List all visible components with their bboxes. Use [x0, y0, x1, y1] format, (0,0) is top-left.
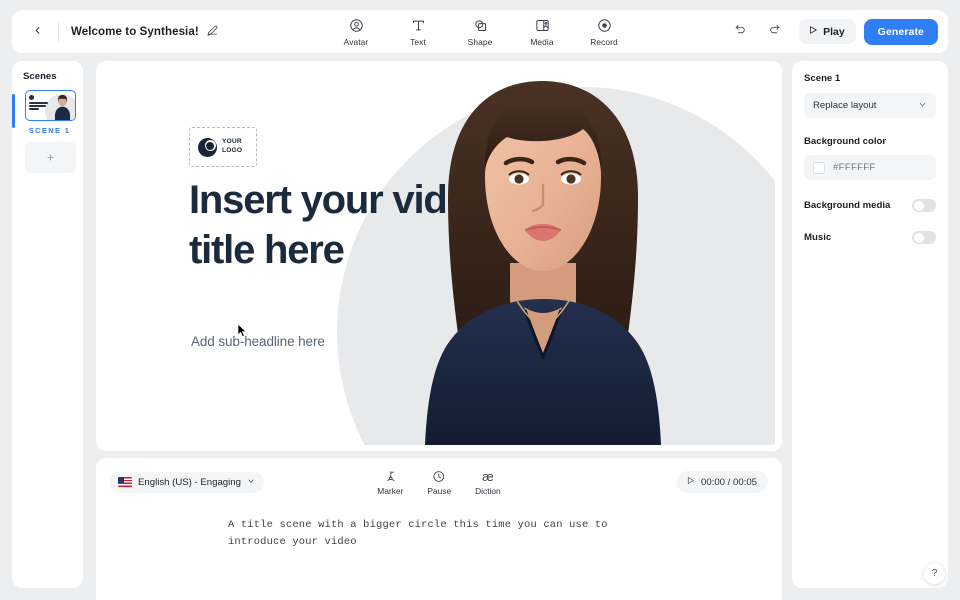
diction-icon: æ: [482, 468, 494, 484]
background-color-value: #FFFFFF: [833, 162, 876, 173]
text-icon: [411, 17, 426, 34]
background-media-toggle[interactable]: [912, 199, 936, 212]
language-label: English (US) - Engaging: [138, 476, 241, 488]
chevron-left-icon: [32, 23, 43, 41]
thumb-line: [29, 102, 48, 104]
logo-mark-icon: [198, 137, 217, 157]
shape-icon: [473, 17, 488, 34]
tool-media-label: Media: [530, 36, 554, 47]
chevron-down-icon: [247, 477, 255, 488]
tool-record[interactable]: Record: [584, 17, 624, 47]
background-media-label: Background media: [804, 200, 891, 211]
logo-line-2: LOGO: [222, 147, 243, 154]
script-tool-marker[interactable]: Marker: [377, 469, 403, 496]
avatar-icon: [349, 17, 364, 34]
redo-icon: [768, 23, 781, 41]
logo-placeholder[interactable]: YOUR LOGO: [189, 127, 257, 167]
chevron-down-icon: [918, 100, 927, 112]
clock-icon: [433, 469, 446, 484]
playback-timer[interactable]: 00:00 / 00:05: [676, 471, 768, 493]
presenter-avatar[interactable]: [390, 67, 700, 445]
script-textarea[interactable]: A title scene with a bigger circle this …: [96, 506, 656, 551]
play-icon: [808, 25, 818, 38]
color-swatch[interactable]: [813, 161, 825, 174]
scene-title: Scene 1: [804, 73, 841, 84]
tool-shape-label: Shape: [467, 36, 493, 47]
media-icon: [535, 17, 550, 34]
script-insert-tools: Marker Pause æ Diction: [377, 469, 500, 496]
project-title: Welcome to Synthesia!: [71, 25, 199, 38]
insert-tools: Avatar Text Shape Media Record: [336, 17, 624, 47]
background-color-label: Background color: [804, 136, 887, 147]
scene-thumbnail-1[interactable]: [25, 90, 76, 121]
toolbar-divider: [58, 21, 59, 42]
topbar-actions: Play Generate: [727, 18, 938, 45]
thumb-logo: [29, 95, 34, 100]
tool-record-label: Record: [590, 36, 618, 47]
scene-list: SCENE 1: [12, 90, 83, 173]
undo-button[interactable]: [727, 19, 753, 45]
scenes-heading: Scenes: [23, 71, 57, 82]
background-color-field[interactable]: #FFFFFF: [804, 155, 936, 180]
play-label: Play: [823, 25, 845, 38]
thumb-avatar: [54, 94, 71, 120]
replace-layout-select[interactable]: Replace layout: [804, 93, 936, 118]
script-tool-pause-label: Pause: [427, 485, 452, 496]
music-toggle[interactable]: [912, 231, 936, 244]
help-button[interactable]: ?: [924, 563, 945, 584]
thumb-line: [29, 104, 46, 107]
tool-media[interactable]: Media: [522, 17, 562, 47]
mouse-cursor: [237, 323, 247, 338]
back-button[interactable]: [20, 15, 54, 49]
script-tool-diction[interactable]: æ Diction: [475, 469, 501, 496]
music-label: Music: [804, 232, 832, 243]
tool-avatar[interactable]: Avatar: [336, 17, 376, 47]
stage-subheadline[interactable]: Add sub-headline here: [191, 334, 325, 349]
tool-shape[interactable]: Shape: [460, 17, 500, 47]
thumb-text-block: [29, 95, 53, 111]
top-toolbar: Welcome to Synthesia! Avatar Text Shape …: [12, 10, 948, 53]
script-tool-diction-label: Diction: [475, 485, 501, 496]
background-media-row: Background media: [804, 199, 936, 212]
marker-icon: [384, 469, 397, 484]
plus-icon: [46, 150, 55, 165]
script-tool-marker-label: Marker: [377, 485, 404, 496]
record-icon: [597, 17, 612, 34]
timer-text: 00:00 / 00:05: [700, 476, 757, 488]
script-toolbar: English (US) - Engaging Marker Pause æ D…: [96, 458, 782, 506]
synthesia-editor: Welcome to Synthesia! Avatar Text Shape …: [0, 0, 960, 600]
scene-properties-panel: Scene 1 Replace layout Background color …: [792, 61, 948, 588]
script-panel: English (US) - Engaging Marker Pause æ D…: [96, 458, 782, 600]
tool-avatar-label: Avatar: [343, 36, 369, 47]
logo-line-1: YOUR: [222, 138, 242, 146]
thumb-line: [29, 107, 39, 110]
scenes-sidebar: Scenes SCENE 1: [12, 61, 83, 588]
tool-text[interactable]: Text: [398, 17, 438, 47]
video-stage[interactable]: YOUR LOGO Insert your video title here A…: [103, 67, 775, 445]
selected-scene-indicator: [12, 94, 15, 128]
script-tool-pause[interactable]: Pause: [427, 469, 451, 496]
pencil-icon: [207, 23, 218, 41]
edit-title-button[interactable]: [207, 23, 218, 41]
play-button[interactable]: Play: [799, 19, 856, 44]
us-flag-icon: [118, 477, 132, 487]
redo-button[interactable]: [761, 19, 787, 45]
canvas-card: YOUR LOGO Insert your video title here A…: [96, 61, 782, 451]
language-selector[interactable]: English (US) - Engaging: [110, 471, 264, 493]
replace-layout-value: Replace layout: [813, 100, 877, 111]
logo-placeholder-text: YOUR LOGO: [222, 138, 242, 156]
scene-label-1: SCENE 1: [28, 126, 71, 135]
play-icon: [686, 476, 695, 488]
music-row: Music: [804, 231, 936, 244]
undo-icon: [734, 23, 747, 41]
tool-text-label: Text: [410, 36, 426, 47]
generate-button[interactable]: Generate: [863, 18, 938, 45]
add-scene-button[interactable]: [25, 142, 76, 173]
